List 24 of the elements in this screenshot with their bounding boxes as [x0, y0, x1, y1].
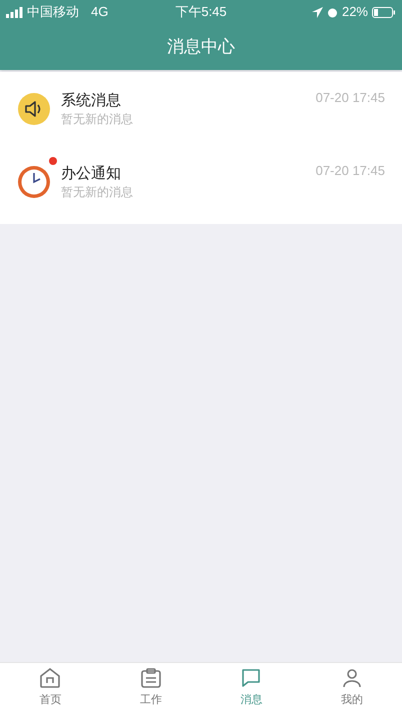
status-time: 下午5:45 — [174, 3, 228, 22]
tab-bar-item[interactable]: 消息 — [201, 663, 302, 712]
battery-icon — [372, 6, 396, 18]
clipboard-icon — [138, 666, 163, 690]
tab-bar-item[interactable]: 首页 — [0, 663, 100, 712]
page-title: 消息中心 — [167, 36, 235, 58]
message-title: 办公通知 — [61, 164, 122, 184]
signal-icon — [6, 6, 23, 18]
message-time: 07-20 17:45 — [316, 162, 385, 180]
speaker-icon — [17, 92, 51, 126]
location-arrow-icon — [312, 6, 323, 18]
message-time: 07-20 17:45 — [316, 89, 385, 107]
message-preview: 暂无新的消息 — [61, 184, 134, 200]
home-icon — [38, 666, 62, 690]
message-row[interactable]: 办公通知 暂无新的消息 07-20 17:45 — [0, 145, 402, 218]
network-type: 4G — [91, 3, 108, 22]
message-preview: 暂无新的消息 — [61, 110, 134, 126]
tab-bar-item[interactable]: 工作 — [100, 663, 201, 712]
carrier-name: 中国移动 — [27, 3, 79, 22]
tab-bar-item[interactable]: 我的 — [302, 663, 402, 712]
message-row[interactable]: 系统消息 暂无新的消息 07-20 17:45 — [0, 72, 402, 145]
message-title: 系统消息 — [61, 90, 122, 110]
battery-percent: 22% — [342, 3, 368, 22]
clock-icon — [17, 164, 51, 198]
